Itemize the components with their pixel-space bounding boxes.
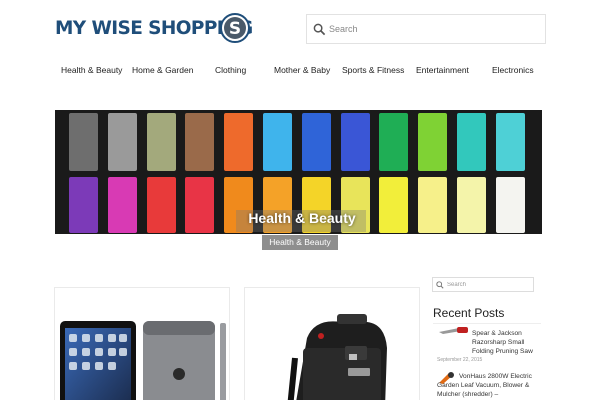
nav-item-mother-baby[interactable]: Mother & Baby xyxy=(274,65,330,75)
palette-swatch xyxy=(146,177,176,233)
main-nav: Health & Beauty Home & Garden Clothing M… xyxy=(0,60,600,82)
nav-item-health-beauty[interactable]: Health & Beauty xyxy=(61,65,122,75)
nav-item-clothing[interactable]: Clothing xyxy=(215,65,246,75)
divider xyxy=(433,323,541,324)
sidebar-search[interactable] xyxy=(432,277,534,292)
bag-image xyxy=(287,314,387,400)
header-search[interactable] xyxy=(306,14,546,44)
palette-swatch xyxy=(224,113,254,171)
palette-swatch xyxy=(69,113,98,171)
nav-item-entertainment[interactable]: Entertainment xyxy=(416,65,469,75)
palette-swatch xyxy=(340,113,370,171)
search-input[interactable] xyxy=(329,16,539,42)
nav-item-home-garden[interactable]: Home & Garden xyxy=(132,65,193,75)
palette-swatch xyxy=(379,113,409,171)
product-card-ipad[interactable] xyxy=(54,287,230,400)
palette-swatch xyxy=(185,177,215,233)
logo-badge-letter: S xyxy=(229,19,241,39)
palette-swatch xyxy=(457,113,486,171)
recent-post-2[interactable]: VonHaus 2800W Electric Garden Leaf Vacuu… xyxy=(437,372,545,399)
palette-swatch xyxy=(301,113,331,171)
site-logo[interactable]: MY WISE SHOPPING S xyxy=(55,12,255,46)
nav-item-electronics[interactable]: Electronics xyxy=(492,65,534,75)
recent-post-1-date: September 22, 2015 xyxy=(437,357,483,363)
recent-post-2-title[interactable]: VonHaus 2800W Electric Garden Leaf Vacuu… xyxy=(437,372,545,399)
palette-swatch xyxy=(495,113,525,171)
recent-post-1[interactable]: Spear & Jackson Razorsharp Small Folding… xyxy=(437,329,545,365)
ipad-image xyxy=(60,321,226,400)
palette-swatch xyxy=(495,177,525,233)
search-icon xyxy=(313,23,326,36)
palette-swatch xyxy=(379,177,409,233)
palette-swatch xyxy=(107,177,137,233)
logo-badge-icon: S xyxy=(220,13,250,43)
slide-title[interactable]: Health & Beauty xyxy=(238,210,366,226)
slide-category-tag[interactable]: Health & Beauty xyxy=(262,235,338,250)
palette-swatch xyxy=(418,113,448,171)
product-card-bag[interactable] xyxy=(244,287,420,400)
sidebar-search-input[interactable] xyxy=(447,278,531,291)
palette-swatch xyxy=(107,113,137,171)
recent-post-1-title[interactable]: Spear & Jackson Razorsharp Small Folding… xyxy=(437,329,545,356)
palette-swatch xyxy=(418,177,448,233)
palette-swatch xyxy=(146,113,176,171)
palette-swatch xyxy=(457,177,486,233)
recent-posts-heading: Recent Posts xyxy=(433,306,505,320)
palette-swatch xyxy=(263,113,292,171)
nav-item-sports-fitness[interactable]: Sports & Fitness xyxy=(342,65,404,75)
palette-swatch xyxy=(69,177,98,233)
sidebar-search-icon xyxy=(436,281,444,289)
palette-swatch xyxy=(185,113,215,171)
